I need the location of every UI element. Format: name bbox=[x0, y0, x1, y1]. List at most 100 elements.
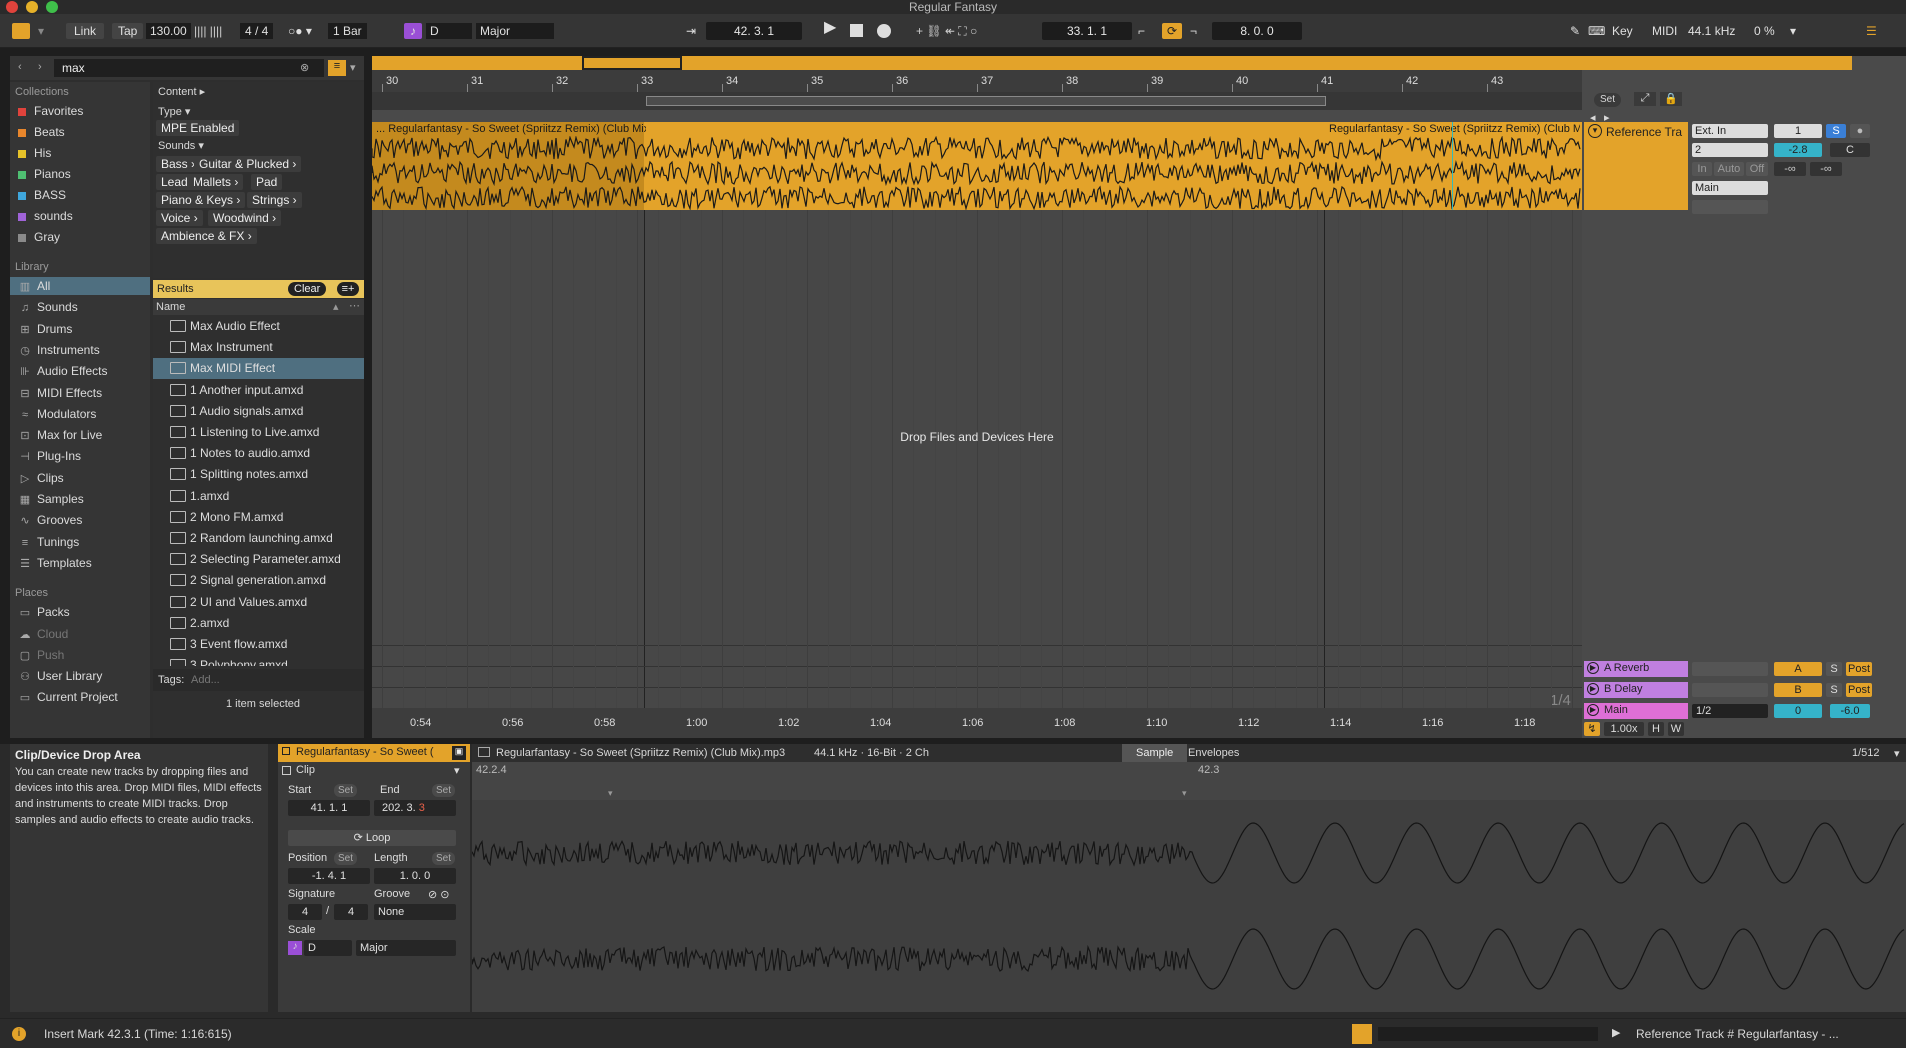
sample-waveform[interactable] bbox=[472, 800, 1906, 1012]
minimize-window-button[interactable] bbox=[26, 1, 38, 13]
collection-item[interactable]: Gray bbox=[18, 228, 60, 246]
library-item[interactable]: ▷ Clips bbox=[18, 469, 64, 487]
signature-denominator[interactable]: 4 bbox=[334, 904, 368, 920]
filter-icon[interactable]: ≡ bbox=[328, 60, 346, 76]
sounds-filter[interactable]: Sounds ▾ bbox=[158, 139, 204, 152]
scale-mode-icon[interactable]: ♪ bbox=[288, 941, 302, 955]
result-item[interactable]: 1 Splitting notes.amxd bbox=[153, 464, 364, 485]
monitor-in-button[interactable]: In bbox=[1692, 162, 1712, 176]
places-item[interactable]: ▭ Current Project bbox=[18, 688, 118, 706]
input-channel-dropdown[interactable]: 2 bbox=[1692, 143, 1768, 157]
tempo-factor-field[interactable]: 1.00x bbox=[1604, 722, 1644, 736]
clip-name[interactable]: Regularfantasy - So Sweet ( bbox=[296, 746, 446, 758]
scale-icon[interactable]: ♪ bbox=[404, 23, 422, 39]
expand-icon[interactable]: ⤢ bbox=[1634, 92, 1656, 106]
library-item[interactable]: ≈ Modulators bbox=[18, 405, 96, 423]
collection-item[interactable]: sounds bbox=[18, 207, 73, 225]
key-map-button[interactable]: Key bbox=[1612, 23, 1633, 39]
library-item[interactable]: ◷ Instruments bbox=[18, 341, 100, 359]
sort-icon[interactable]: ▴ bbox=[333, 300, 339, 313]
stop-button[interactable] bbox=[850, 24, 863, 37]
browser-search-input[interactable] bbox=[54, 59, 324, 77]
mini-timeline[interactable] bbox=[1378, 1027, 1598, 1041]
main-volume-field[interactable]: -6.0 bbox=[1830, 704, 1870, 718]
result-item[interactable]: 2.amxd bbox=[153, 613, 364, 634]
library-item[interactable]: ∿ Grooves bbox=[18, 511, 82, 529]
sound-tag[interactable]: Piano & Keys › bbox=[156, 192, 246, 208]
clip-scale-root-dropdown[interactable]: D bbox=[304, 940, 352, 956]
places-item[interactable]: ▢ Push bbox=[18, 646, 65, 664]
metronome-icon[interactable]: ○● ▾ bbox=[288, 23, 312, 39]
return-track-header[interactable]: ▶ B Delay bbox=[1584, 682, 1688, 698]
result-item[interactable]: Max MIDI Effect bbox=[153, 358, 364, 380]
result-item[interactable]: 2 Selecting Parameter.amxd bbox=[153, 549, 364, 570]
set-locator-button[interactable]: Set bbox=[1594, 93, 1622, 107]
return-play-icon[interactable]: ▶ bbox=[1587, 662, 1599, 674]
return-post-button[interactable]: Post bbox=[1846, 662, 1872, 676]
clip-section-chevron-icon[interactable]: ▾ bbox=[454, 764, 460, 777]
collection-item[interactable]: Favorites bbox=[18, 102, 83, 120]
cpu-chevron-icon[interactable]: ▾ bbox=[1790, 23, 1796, 39]
loop-button[interactable]: ⟳ Loop bbox=[288, 830, 456, 846]
play-button[interactable]: ▶ bbox=[824, 20, 836, 36]
library-item[interactable]: ☰ Templates bbox=[18, 554, 92, 572]
library-item[interactable]: ⊞ Drums bbox=[18, 320, 72, 338]
fold-track-icon[interactable]: ▾ bbox=[1588, 124, 1602, 138]
result-item[interactable]: 1.amxd bbox=[153, 486, 364, 507]
nudge-icon[interactable]: |||| |||| bbox=[194, 23, 222, 39]
overview-viewport[interactable] bbox=[582, 56, 682, 70]
sound-tag[interactable]: Guitar & Plucked › bbox=[194, 156, 302, 172]
follow-icon[interactable]: ⇥ bbox=[686, 23, 696, 39]
punch-in-icon[interactable]: ⌐ bbox=[1138, 23, 1145, 39]
loop-length-field[interactable]: 8. 0. 0 bbox=[1212, 22, 1302, 40]
signature-numerator[interactable]: 4 bbox=[288, 904, 322, 920]
monitor-off-button[interactable]: Off bbox=[1746, 162, 1768, 176]
back-arrow-icon[interactable]: ‹ bbox=[18, 61, 22, 73]
double-tempo-button[interactable]: W bbox=[1668, 722, 1684, 736]
loop-switch-button[interactable]: ⟳ bbox=[1162, 23, 1182, 39]
main-play-icon[interactable]: ▶ bbox=[1587, 704, 1599, 716]
return-play-icon[interactable]: ▶ bbox=[1587, 683, 1599, 695]
time-ruler[interactable]: 0:54 0:56 0:58 1:00 1:02 1:04 1:06 1:08 1:10 1:12… bbox=[372, 708, 1582, 738]
main-pan-field[interactable]: 0 bbox=[1774, 704, 1822, 718]
midi-map-button[interactable]: MIDI bbox=[1652, 23, 1677, 39]
collection-item[interactable]: BASS bbox=[18, 186, 66, 204]
result-item[interactable]: 2 Mono FM.amxd bbox=[153, 507, 364, 528]
tags-input[interactable]: Add... bbox=[191, 674, 220, 686]
loop-start-field[interactable]: 33. 1. 1 bbox=[1042, 22, 1132, 40]
content-filter[interactable]: Content ▸ bbox=[158, 85, 205, 98]
sample-ruler[interactable]: 42.2.4 42.3 ▾ ▾ bbox=[472, 762, 1906, 800]
return-solo-button[interactable]: S bbox=[1826, 683, 1842, 697]
warp-marker-2-icon[interactable]: ▾ bbox=[1182, 788, 1187, 799]
warp-marker-1-icon[interactable]: ▾ bbox=[608, 788, 613, 799]
collection-item[interactable]: His bbox=[18, 144, 51, 162]
keyboard-icon[interactable]: ⌨ bbox=[1588, 23, 1605, 39]
key-root-dropdown[interactable]: D bbox=[426, 23, 472, 39]
library-item[interactable]: ♫ Sounds bbox=[18, 298, 78, 316]
sound-tag[interactable]: Voice › bbox=[156, 210, 203, 226]
length-set-button[interactable]: Set bbox=[432, 852, 456, 865]
cue-out-dropdown[interactable]: 1/2 bbox=[1692, 704, 1768, 718]
library-item[interactable]: ≡ Tunings bbox=[18, 533, 79, 551]
library-item[interactable]: ⊟ MIDI Effects bbox=[18, 384, 102, 402]
tempo-follow-icon[interactable]: ↯ bbox=[1584, 722, 1600, 736]
time-signature-field[interactable]: 4 / 4 bbox=[240, 23, 274, 39]
loop-brace[interactable] bbox=[646, 96, 1326, 106]
clear-button[interactable]: Clear bbox=[288, 282, 327, 296]
sound-tag[interactable]: Mallets › bbox=[188, 174, 244, 190]
track-activator[interactable]: 1 bbox=[1774, 124, 1822, 138]
key-scale-dropdown[interactable]: Major bbox=[476, 23, 554, 39]
punch-out-icon[interactable]: ¬ bbox=[1190, 23, 1197, 39]
lock-icon[interactable]: 🔒 bbox=[1660, 92, 1682, 106]
result-item[interactable]: 1 Listening to Live.amxd bbox=[153, 422, 364, 443]
info-icon[interactable]: i bbox=[12, 1027, 26, 1041]
clip-title-bar[interactable]: Regularfantasy - So Sweet ( ▣ bbox=[278, 744, 470, 762]
preview-play-icon[interactable]: ▶ bbox=[1612, 1026, 1620, 1039]
arm-button[interactable]: ● bbox=[1850, 124, 1870, 138]
reference-track-header[interactable]: ▾ Reference Tra bbox=[1584, 122, 1688, 210]
column-menu-icon[interactable]: ⋯ bbox=[349, 299, 360, 312]
return-track-header[interactable]: ▶ A Reverb bbox=[1584, 661, 1688, 677]
output-dropdown[interactable]: Main bbox=[1692, 181, 1768, 195]
envelopes-tab[interactable]: Envelopes bbox=[1188, 747, 1239, 759]
quantize-dropdown[interactable]: 1 Bar bbox=[328, 23, 367, 39]
